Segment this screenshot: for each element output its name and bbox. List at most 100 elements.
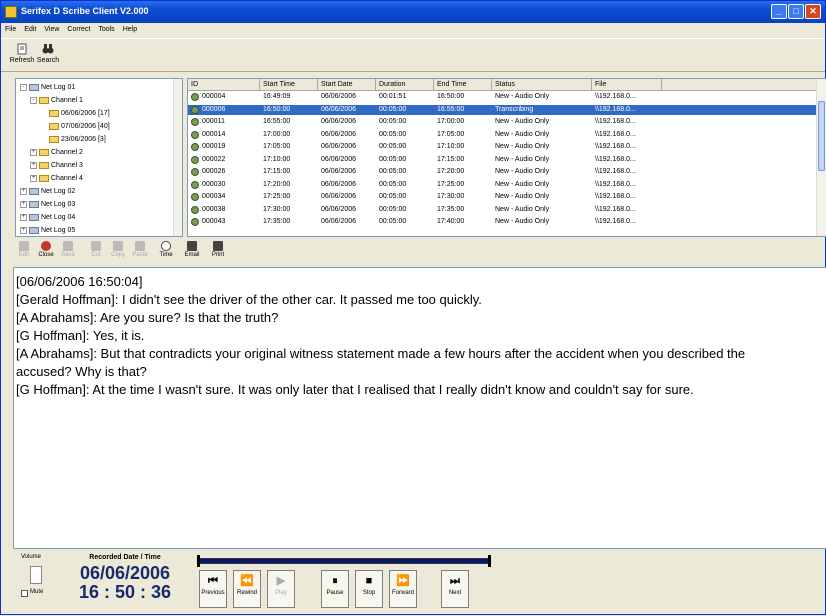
expand-icon[interactable]: + [20,200,27,208]
column-header-status[interactable]: Status [492,79,592,91]
table-row[interactable]: 000019 17:05:00 06/06/2006 00:05:00 17:10:00… [188,142,816,152]
play-button[interactable]: ▶ Play [267,570,295,608]
minimize-button[interactable]: _ [771,4,787,19]
tree-node-label: Net Log 04 [41,214,76,221]
scroll-thumb[interactable] [818,101,825,171]
cell-start-date: 06/06/2006 [321,143,357,150]
expand-icon[interactable]: + [20,213,27,221]
refresh-button[interactable]: Refresh [9,42,35,70]
menu-tools[interactable]: Tools [94,24,118,33]
collapse-icon[interactable]: - [20,83,27,91]
tree-node[interactable]: 06/06/2006 [17] [40,108,110,119]
seek-bar[interactable] [197,555,491,567]
copy-button[interactable]: Copy [107,240,129,264]
recordings-table[interactable]: ID Start Time Start Date Duration End Time St… [187,78,826,237]
table-row[interactable]: 000034 17:25:00 06/06/2006 00:05:00 17:30:00… [188,192,816,202]
cut-button[interactable]: Cut [85,240,107,264]
expand-icon[interactable]: + [30,174,37,182]
cell-start-time: 17:20:00 [263,180,291,188]
tree-node[interactable]: + Net Log 03 [20,199,75,210]
expand-icon[interactable]: + [30,148,37,156]
title-bar[interactable]: Serifex D Scribe Client V2.000 _ □ ✕ [1,1,825,23]
tree-node-label: Net Log 05 [41,227,76,234]
table-row[interactable]: 000004 16:49:09 06/06/2006 00:01:51 16:50:00… [188,92,816,102]
mute-checkbox[interactable] [21,590,28,597]
expand-icon[interactable]: + [20,187,27,195]
expand-icon[interactable]: + [20,226,27,234]
print-label: Print [211,252,225,258]
previous-label: Previous [201,590,225,596]
email-button[interactable]: Email [181,240,203,264]
tree-node[interactable]: - Channel 1 [30,95,83,106]
cell-duration: 00:05:00 [379,168,407,175]
stop-button[interactable]: ■ Stop [355,570,383,608]
tree-node[interactable]: + Channel 4 [30,173,83,184]
search-button[interactable]: Search [35,42,61,70]
column-header-file[interactable]: File [592,79,662,91]
main-toolbar: Refresh Search [1,38,825,72]
menu-correct[interactable]: Correct [63,24,94,33]
app-icon [5,6,17,18]
tree-node-label: Channel 4 [51,175,83,182]
table-row[interactable]: 000022 17:10:00 06/06/2006 00:05:00 17:15:00… [188,155,816,165]
seek-end-marker[interactable] [488,555,491,567]
maximize-button[interactable]: □ [788,4,804,19]
tree-scrollbar[interactable] [173,79,182,236]
menu-edit[interactable]: Edit [20,24,40,33]
menu-view[interactable]: View [40,24,63,33]
menu-help[interactable]: Help [119,24,141,33]
forward-button[interactable]: ⏩ Forward [389,570,417,608]
column-header-start-date[interactable]: Start Date [318,79,376,91]
save-button[interactable]: Save [57,240,79,264]
close-window-button[interactable]: ✕ [805,4,821,19]
time-button[interactable]: Time [155,240,177,264]
tree-node[interactable]: + Channel 2 [30,147,83,158]
tree-node-label: Channel 1 [51,97,83,104]
paste-label: Paste [132,252,148,258]
cell-end-time: 17:05:00 [437,130,465,138]
edit-button[interactable]: Edit [13,240,35,264]
folder-icon [49,135,59,143]
tree-node[interactable]: 23/06/2006 [3] [40,134,106,145]
column-header-start-time[interactable]: Start Time [260,79,318,91]
menu-file[interactable]: File [1,24,20,33]
table-scrollbar[interactable] [816,79,826,236]
table-row[interactable]: 000006 16:50:00 06/06/2006 00:05:00 16:55:00… [188,104,816,115]
volume-slider[interactable] [30,566,42,584]
cell-id: 000006 [202,105,226,113]
next-button[interactable]: ⏭ Next [441,570,469,608]
tree-node[interactable]: + Net Log 05 [20,225,75,236]
table-row[interactable]: 000043 17:35:00 06/06/2006 00:05:00 17:40:00… [188,217,816,227]
tree-node[interactable]: + Net Log 04 [20,212,75,223]
column-header-id[interactable]: ID [188,79,260,91]
previous-button[interactable]: ⏮ Previous [199,570,227,608]
paste-button[interactable]: Paste [129,240,151,264]
table-row[interactable]: 000030 17:20:00 06/06/2006 00:05:00 17:25:00… [188,180,816,190]
close-button[interactable]: Close [35,240,57,264]
cut-icon [91,241,101,251]
recording-icon [191,143,199,151]
table-row[interactable]: 000014 17:00:00 06/06/2006 00:05:00 17:05:00… [188,130,816,140]
transcript-editor[interactable]: [06/06/2006 16:50:04] [Gerald Hoffman]: I… [13,267,826,549]
cell-start-time: 17:15:00 [263,168,291,175]
recording-icon [191,205,199,214]
print-button[interactable]: Print [207,240,229,264]
table-row[interactable]: 000038 17:30:00 06/06/2006 00:05:00 17:35:00… [188,205,816,215]
cell-start-date: 06/06/2006 [321,205,357,213]
rewind-button[interactable]: ⏪ Rewind [233,570,261,608]
recording-tree[interactable]: - Net Log 01- Channel 1 06/06/2006 [17] 07/0… [15,78,183,237]
tree-node[interactable]: + Channel 3 [30,160,83,171]
pause-button[interactable]: ⏸ Pause [321,570,349,608]
table-row[interactable]: 000026 17:15:00 06/06/2006 00:05:00 17:20:00… [188,167,816,177]
mute-label: Mute [30,589,44,595]
tree-node[interactable]: + Net Log 02 [20,186,75,197]
pause-label: Pause [326,590,344,596]
column-header-duration[interactable]: Duration [376,79,434,91]
table-row[interactable]: 000011 16:55:00 06/06/2006 00:05:00 17:00:00… [188,117,816,127]
expand-icon[interactable]: + [30,161,37,169]
column-header-end-time[interactable]: End Time [434,79,492,91]
collapse-icon[interactable]: - [30,96,37,104]
tree-node[interactable]: 07/06/2006 [40] [40,121,110,132]
tree-node[interactable]: - Net Log 01 [20,82,75,93]
cell-status: New - Audio Only [495,193,550,200]
